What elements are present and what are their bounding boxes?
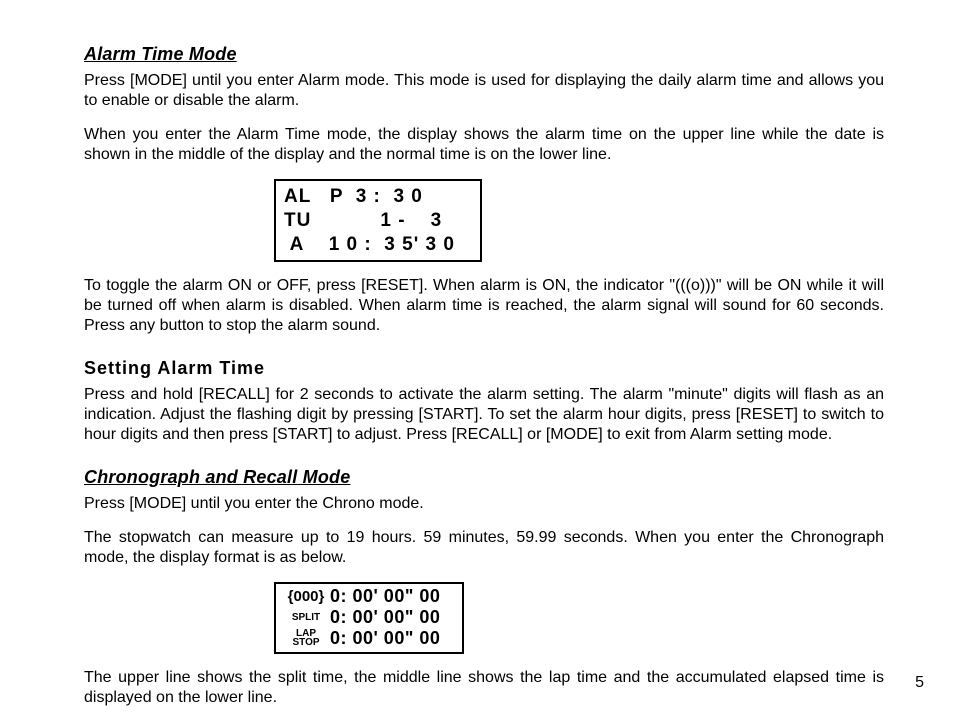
lcd-row: {000} 0: 00' 00" 00 [282, 586, 456, 607]
paragraph: When you enter the Alarm Time mode, the … [84, 125, 884, 165]
lcd-display-chrono: {000} 0: 00' 00" 00 SPLIT 0: 00' 00" 00 … [274, 582, 464, 654]
lcd-side-label: SPLIT [282, 612, 330, 624]
lcd-time: 0: 00' 00" 00 [330, 607, 456, 628]
lcd-row: LAP STOP 0: 00' 00" 00 [282, 628, 456, 649]
paragraph: Press and hold [RECALL] for 2 seconds to… [84, 385, 884, 445]
paragraph: The stopwatch can measure up to 19 hours… [84, 528, 884, 568]
heading-setting-alarm-time: Setting Alarm Time [84, 358, 884, 379]
heading-alarm-time-mode: Alarm Time Mode [84, 44, 884, 65]
lcd-side-label: {000} [282, 588, 330, 605]
paragraph: Press [MODE] until you enter the Chrono … [84, 494, 884, 514]
document-page: Alarm Time Mode Press [MODE] until you e… [0, 0, 954, 716]
paragraph: The upper line shows the split time, the… [84, 668, 884, 708]
page-number: 5 [915, 674, 924, 692]
lcd-side-stop: STOP [292, 637, 319, 648]
lcd-row: SPLIT 0: 00' 00" 00 [282, 607, 456, 628]
lcd-time: 0: 00' 00" 00 [330, 586, 456, 607]
lcd-side-label: LAP STOP [282, 629, 330, 647]
paragraph: To toggle the alarm ON or OFF, press [RE… [84, 276, 884, 336]
heading-chronograph-recall: Chronograph and Recall Mode [84, 467, 884, 488]
lcd-display-alarm: AL P 3 : 3 0 TU 1 - 3 A 1 0 : 3 5' 3 0 [274, 179, 482, 262]
paragraph: Press [MODE] until you enter Alarm mode.… [84, 71, 884, 111]
lcd-time: 0: 00' 00" 00 [330, 628, 456, 649]
